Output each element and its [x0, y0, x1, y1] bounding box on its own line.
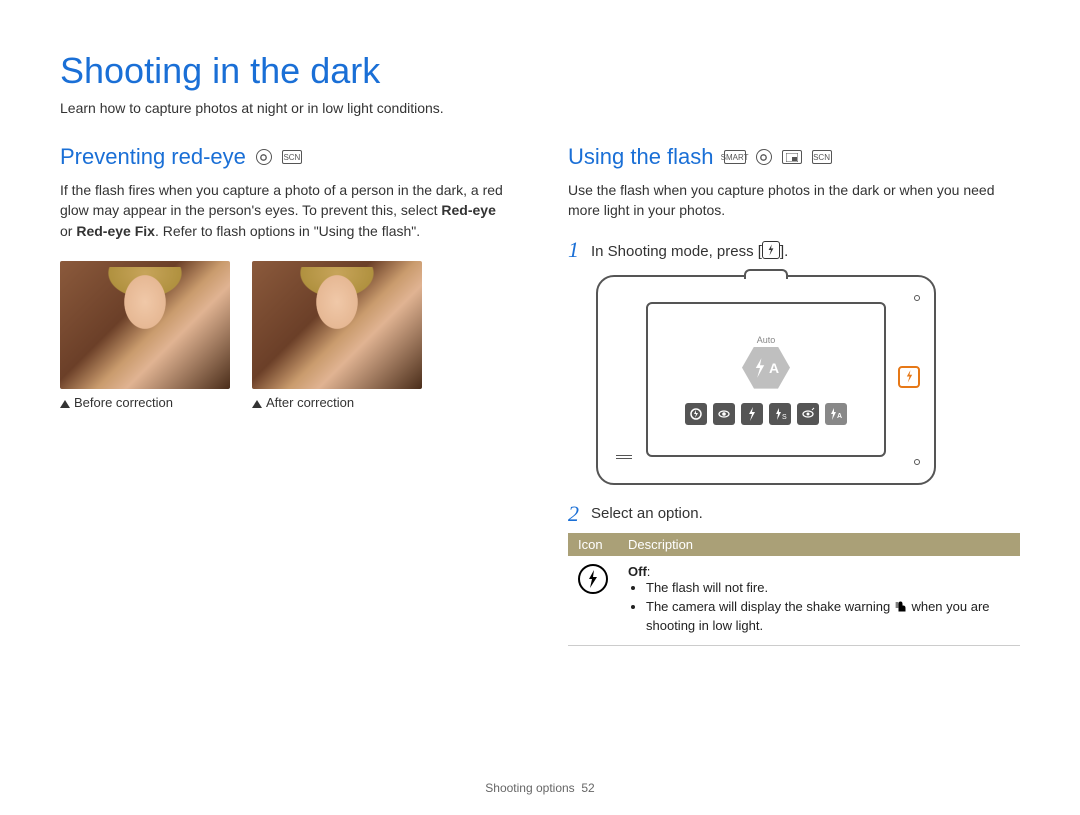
option-bullet: The flash will not fire. — [646, 579, 1010, 597]
camera-grip-icon — [616, 455, 632, 459]
right-column: Using the flash SMART SCN Use the flash … — [568, 144, 1020, 646]
step-2: 2 Select an option. — [568, 503, 1020, 525]
redeye-icon[interactable] — [713, 403, 735, 425]
svg-text:S: S — [782, 414, 787, 421]
shake-warning-icon — [894, 598, 908, 617]
camera-screen: Auto A S A — [646, 302, 886, 457]
photo-before-correction — [60, 261, 230, 389]
left-column: Preventing red-eye SCN If the flash fire… — [60, 144, 512, 646]
step-1: 1 In Shooting mode, press []. — [568, 239, 1020, 261]
triangle-marker-icon — [60, 400, 70, 408]
flash-off-icon[interactable] — [685, 403, 707, 425]
option-label: Off: — [628, 564, 1010, 579]
flash-option-strip: S A — [685, 403, 847, 425]
table-row: Off: The flash will not fire. The camera… — [568, 556, 1020, 645]
flash-options-table: Icon Description Off: — [568, 533, 1020, 646]
triangle-marker-icon — [252, 400, 262, 408]
table-header-description: Description — [618, 533, 1020, 556]
caption-before: Before correction — [60, 395, 230, 410]
section-title-redeye: Preventing red-eye — [60, 144, 246, 170]
smart-auto-mode-icon: SMART — [724, 150, 746, 164]
flash-mode-label: Auto — [757, 335, 776, 345]
page-title: Shooting in the dark — [60, 50, 1020, 92]
picture-in-picture-mode-icon — [782, 150, 802, 164]
page-footer: Shooting options 52 — [0, 781, 1080, 795]
option-bullet: The camera will display the shake warnin… — [646, 598, 1010, 634]
camera-illustration: Auto A S A — [596, 275, 936, 485]
scene-mode-icon: SCN — [282, 150, 302, 164]
redeye-body: If the flash fires when you capture a ph… — [60, 180, 512, 241]
photo-after-correction — [252, 261, 422, 389]
step-2-text: Select an option. — [591, 503, 703, 522]
camera-indicator-icon — [914, 459, 920, 465]
flash-slow-icon[interactable]: S — [769, 403, 791, 425]
camera-indicator-icon — [914, 295, 920, 301]
flash-off-icon — [578, 564, 608, 594]
caption-after: After correction — [252, 395, 422, 410]
flash-body: Use the flash when you capture photos in… — [568, 180, 1020, 221]
redeye-fix-icon[interactable] — [797, 403, 819, 425]
scene-mode-icon: SCN — [812, 150, 832, 164]
section-title-flash: Using the flash — [568, 144, 714, 170]
table-header-icon: Icon — [568, 533, 618, 556]
flash-fill-icon[interactable] — [741, 403, 763, 425]
step-number: 1 — [568, 239, 579, 261]
flash-button-icon — [762, 241, 780, 259]
program-mode-icon — [256, 149, 272, 165]
svg-text:A: A — [837, 413, 842, 420]
step-number: 2 — [568, 503, 579, 525]
program-mode-icon — [756, 149, 772, 165]
step-1-text: In Shooting mode, press []. — [591, 239, 788, 260]
page-subtitle: Learn how to capture photos at night or … — [60, 100, 1020, 116]
flash-auto-icon[interactable]: A — [825, 403, 847, 425]
flash-auto-large-icon: A — [742, 347, 790, 389]
flash-hardware-button[interactable] — [898, 366, 920, 388]
